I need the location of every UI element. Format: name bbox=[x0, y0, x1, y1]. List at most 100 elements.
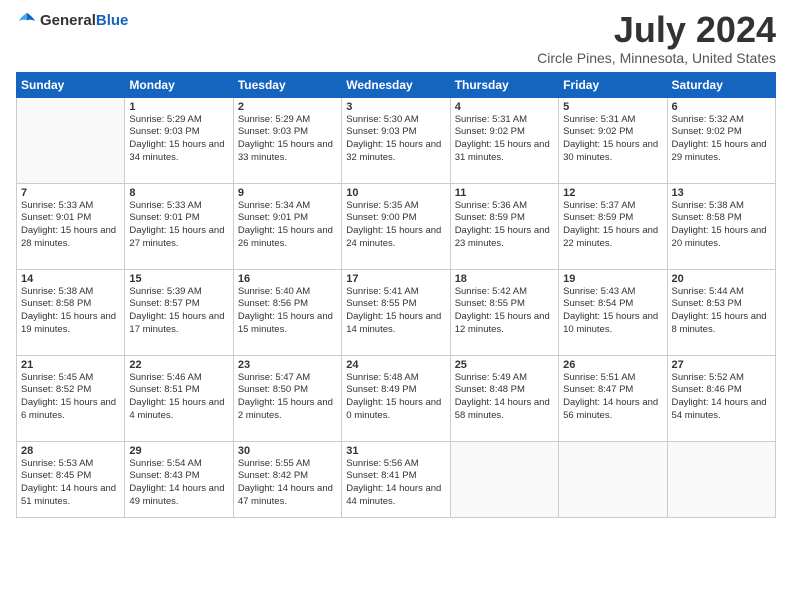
weekday-header: Wednesday bbox=[342, 72, 450, 97]
day-number: 14 bbox=[21, 273, 120, 285]
calendar-cell: 4Sunrise: 5:31 AM Sunset: 9:02 PM Daylig… bbox=[450, 97, 558, 183]
calendar-week-row: 1Sunrise: 5:29 AM Sunset: 9:03 PM Daylig… bbox=[17, 97, 776, 183]
calendar-cell: 11Sunrise: 5:36 AM Sunset: 8:59 PM Dayli… bbox=[450, 183, 558, 269]
day-detail: Sunrise: 5:54 AM Sunset: 8:43 PM Dayligh… bbox=[129, 458, 228, 509]
day-number: 25 bbox=[455, 359, 554, 371]
day-detail: Sunrise: 5:34 AM Sunset: 9:01 PM Dayligh… bbox=[238, 200, 337, 251]
day-detail: Sunrise: 5:31 AM Sunset: 9:02 PM Dayligh… bbox=[563, 114, 662, 165]
day-number: 31 bbox=[346, 445, 445, 457]
day-number: 28 bbox=[21, 445, 120, 457]
day-number: 26 bbox=[563, 359, 662, 371]
day-number: 2 bbox=[238, 101, 337, 113]
location: Circle Pines, Minnesota, United States bbox=[537, 50, 776, 66]
day-detail: Sunrise: 5:42 AM Sunset: 8:55 PM Dayligh… bbox=[455, 286, 554, 337]
calendar-cell: 10Sunrise: 5:35 AM Sunset: 9:00 PM Dayli… bbox=[342, 183, 450, 269]
day-detail: Sunrise: 5:37 AM Sunset: 8:59 PM Dayligh… bbox=[563, 200, 662, 251]
day-detail: Sunrise: 5:52 AM Sunset: 8:46 PM Dayligh… bbox=[672, 372, 771, 423]
calendar-cell: 1Sunrise: 5:29 AM Sunset: 9:03 PM Daylig… bbox=[125, 97, 233, 183]
calendar-cell: 14Sunrise: 5:38 AM Sunset: 8:58 PM Dayli… bbox=[17, 269, 125, 355]
calendar-cell: 29Sunrise: 5:54 AM Sunset: 8:43 PM Dayli… bbox=[125, 441, 233, 517]
calendar-cell: 28Sunrise: 5:53 AM Sunset: 8:45 PM Dayli… bbox=[17, 441, 125, 517]
day-detail: Sunrise: 5:38 AM Sunset: 8:58 PM Dayligh… bbox=[21, 286, 120, 337]
calendar-cell: 24Sunrise: 5:48 AM Sunset: 8:49 PM Dayli… bbox=[342, 355, 450, 441]
day-number: 30 bbox=[238, 445, 337, 457]
day-detail: Sunrise: 5:29 AM Sunset: 9:03 PM Dayligh… bbox=[238, 114, 337, 165]
day-detail: Sunrise: 5:44 AM Sunset: 8:53 PM Dayligh… bbox=[672, 286, 771, 337]
logo: GeneralBlue bbox=[16, 10, 128, 32]
calendar-cell: 26Sunrise: 5:51 AM Sunset: 8:47 PM Dayli… bbox=[559, 355, 667, 441]
day-number: 10 bbox=[346, 187, 445, 199]
day-detail: Sunrise: 5:55 AM Sunset: 8:42 PM Dayligh… bbox=[238, 458, 337, 509]
day-detail: Sunrise: 5:56 AM Sunset: 8:41 PM Dayligh… bbox=[346, 458, 445, 509]
month-year: July 2024 bbox=[537, 10, 776, 50]
day-number: 29 bbox=[129, 445, 228, 457]
calendar-cell bbox=[17, 97, 125, 183]
calendar-cell: 20Sunrise: 5:44 AM Sunset: 8:53 PM Dayli… bbox=[667, 269, 775, 355]
calendar-cell bbox=[559, 441, 667, 517]
day-number: 1 bbox=[129, 101, 228, 113]
day-number: 12 bbox=[563, 187, 662, 199]
day-detail: Sunrise: 5:30 AM Sunset: 9:03 PM Dayligh… bbox=[346, 114, 445, 165]
calendar-cell: 5Sunrise: 5:31 AM Sunset: 9:02 PM Daylig… bbox=[559, 97, 667, 183]
calendar-cell: 23Sunrise: 5:47 AM Sunset: 8:50 PM Dayli… bbox=[233, 355, 341, 441]
day-detail: Sunrise: 5:53 AM Sunset: 8:45 PM Dayligh… bbox=[21, 458, 120, 509]
calendar-cell: 22Sunrise: 5:46 AM Sunset: 8:51 PM Dayli… bbox=[125, 355, 233, 441]
day-number: 24 bbox=[346, 359, 445, 371]
calendar-cell: 25Sunrise: 5:49 AM Sunset: 8:48 PM Dayli… bbox=[450, 355, 558, 441]
calendar-cell: 9Sunrise: 5:34 AM Sunset: 9:01 PM Daylig… bbox=[233, 183, 341, 269]
day-number: 6 bbox=[672, 101, 771, 113]
day-detail: Sunrise: 5:51 AM Sunset: 8:47 PM Dayligh… bbox=[563, 372, 662, 423]
day-detail: Sunrise: 5:43 AM Sunset: 8:54 PM Dayligh… bbox=[563, 286, 662, 337]
calendar-cell: 13Sunrise: 5:38 AM Sunset: 8:58 PM Dayli… bbox=[667, 183, 775, 269]
day-number: 15 bbox=[129, 273, 228, 285]
calendar-cell: 3Sunrise: 5:30 AM Sunset: 9:03 PM Daylig… bbox=[342, 97, 450, 183]
page: GeneralBlue July 2024 Circle Pines, Minn… bbox=[0, 0, 792, 612]
calendar-cell: 15Sunrise: 5:39 AM Sunset: 8:57 PM Dayli… bbox=[125, 269, 233, 355]
day-number: 16 bbox=[238, 273, 337, 285]
day-number: 18 bbox=[455, 273, 554, 285]
calendar-cell: 8Sunrise: 5:33 AM Sunset: 9:01 PM Daylig… bbox=[125, 183, 233, 269]
calendar-week-row: 28Sunrise: 5:53 AM Sunset: 8:45 PM Dayli… bbox=[17, 441, 776, 517]
day-detail: Sunrise: 5:33 AM Sunset: 9:01 PM Dayligh… bbox=[21, 200, 120, 251]
calendar-table: SundayMondayTuesdayWednesdayThursdayFrid… bbox=[16, 72, 776, 518]
day-number: 9 bbox=[238, 187, 337, 199]
header: GeneralBlue July 2024 Circle Pines, Minn… bbox=[16, 10, 776, 66]
day-detail: Sunrise: 5:45 AM Sunset: 8:52 PM Dayligh… bbox=[21, 372, 120, 423]
day-detail: Sunrise: 5:33 AM Sunset: 9:01 PM Dayligh… bbox=[129, 200, 228, 251]
day-detail: Sunrise: 5:40 AM Sunset: 8:56 PM Dayligh… bbox=[238, 286, 337, 337]
calendar-cell: 27Sunrise: 5:52 AM Sunset: 8:46 PM Dayli… bbox=[667, 355, 775, 441]
day-detail: Sunrise: 5:36 AM Sunset: 8:59 PM Dayligh… bbox=[455, 200, 554, 251]
calendar-cell bbox=[450, 441, 558, 517]
weekday-header: Thursday bbox=[450, 72, 558, 97]
weekday-header: Monday bbox=[125, 72, 233, 97]
day-detail: Sunrise: 5:48 AM Sunset: 8:49 PM Dayligh… bbox=[346, 372, 445, 423]
calendar-week-row: 21Sunrise: 5:45 AM Sunset: 8:52 PM Dayli… bbox=[17, 355, 776, 441]
day-number: 21 bbox=[21, 359, 120, 371]
calendar-cell: 30Sunrise: 5:55 AM Sunset: 8:42 PM Dayli… bbox=[233, 441, 341, 517]
calendar-week-row: 7Sunrise: 5:33 AM Sunset: 9:01 PM Daylig… bbox=[17, 183, 776, 269]
day-number: 7 bbox=[21, 187, 120, 199]
calendar-cell: 2Sunrise: 5:29 AM Sunset: 9:03 PM Daylig… bbox=[233, 97, 341, 183]
day-detail: Sunrise: 5:31 AM Sunset: 9:02 PM Dayligh… bbox=[455, 114, 554, 165]
calendar-cell: 16Sunrise: 5:40 AM Sunset: 8:56 PM Dayli… bbox=[233, 269, 341, 355]
day-number: 23 bbox=[238, 359, 337, 371]
day-detail: Sunrise: 5:39 AM Sunset: 8:57 PM Dayligh… bbox=[129, 286, 228, 337]
day-detail: Sunrise: 5:49 AM Sunset: 8:48 PM Dayligh… bbox=[455, 372, 554, 423]
day-number: 13 bbox=[672, 187, 771, 199]
day-number: 19 bbox=[563, 273, 662, 285]
weekday-header: Saturday bbox=[667, 72, 775, 97]
logo-text: GeneralBlue bbox=[40, 12, 128, 30]
calendar-header-row: SundayMondayTuesdayWednesdayThursdayFrid… bbox=[17, 72, 776, 97]
day-detail: Sunrise: 5:29 AM Sunset: 9:03 PM Dayligh… bbox=[129, 114, 228, 165]
day-number: 4 bbox=[455, 101, 554, 113]
calendar-cell: 21Sunrise: 5:45 AM Sunset: 8:52 PM Dayli… bbox=[17, 355, 125, 441]
day-number: 11 bbox=[455, 187, 554, 199]
day-number: 22 bbox=[129, 359, 228, 371]
day-detail: Sunrise: 5:32 AM Sunset: 9:02 PM Dayligh… bbox=[672, 114, 771, 165]
day-number: 17 bbox=[346, 273, 445, 285]
calendar-cell: 6Sunrise: 5:32 AM Sunset: 9:02 PM Daylig… bbox=[667, 97, 775, 183]
calendar-cell bbox=[667, 441, 775, 517]
calendar-cell: 17Sunrise: 5:41 AM Sunset: 8:55 PM Dayli… bbox=[342, 269, 450, 355]
calendar-cell: 18Sunrise: 5:42 AM Sunset: 8:55 PM Dayli… bbox=[450, 269, 558, 355]
day-number: 5 bbox=[563, 101, 662, 113]
